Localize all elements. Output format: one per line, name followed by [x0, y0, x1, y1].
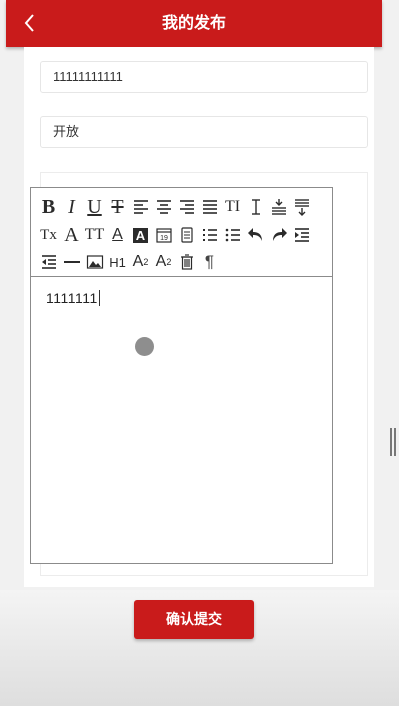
text-caret	[98, 290, 100, 306]
heading-1-button[interactable]: H1	[106, 250, 129, 274]
scroll-handle-bar-right	[394, 428, 396, 456]
outdent-icon[interactable]	[37, 250, 60, 274]
toolbar-row-3: H1 A2 A2 ¶	[37, 249, 221, 275]
page-title: 我的发布	[161, 15, 226, 32]
editor-toolbar: B I U T TI Tx A TT A A 19 H1 A 2 A 2 ¶	[31, 188, 332, 277]
font-color-button[interactable]: A	[106, 223, 129, 247]
undo-icon[interactable]	[244, 223, 267, 247]
trash-icon[interactable]	[175, 250, 198, 274]
redo-icon[interactable]	[267, 223, 290, 247]
app-header: 我的发布	[6, 0, 382, 47]
ordered-list-icon[interactable]	[198, 223, 221, 247]
toolbar-row-2: Tx A TT A A 19	[37, 222, 313, 248]
bold-button[interactable]: B	[37, 195, 60, 219]
unordered-list-icon[interactable]	[221, 223, 244, 247]
insert-date-icon[interactable]: 19	[152, 223, 175, 247]
superscript-letter: A	[155, 253, 167, 270]
scroll-handle-bar-left	[390, 428, 392, 456]
scroll-handle[interactable]	[390, 428, 396, 456]
status-select[interactable]: 开放	[40, 116, 368, 148]
paragraph-mark-button[interactable]: ¶	[198, 250, 221, 274]
italic-button[interactable]: I	[60, 195, 83, 219]
align-justify-icon[interactable]	[198, 195, 221, 219]
subscript-digit: 2	[143, 257, 149, 267]
align-left-icon[interactable]	[129, 195, 152, 219]
strikethrough-button[interactable]: T	[106, 195, 129, 219]
horizontal-rule-icon[interactable]	[60, 250, 83, 274]
insert-image-icon[interactable]	[83, 250, 106, 274]
font-size-button[interactable]: TI	[221, 195, 244, 219]
row-spacing-bottom-icon[interactable]	[290, 195, 313, 219]
row-spacing-top-icon[interactable]	[267, 195, 290, 219]
indent-icon[interactable]	[290, 223, 313, 247]
rich-text-editor[interactable]: B I U T TI Tx A TT A A 19 H1 A 2 A 2 ¶ 1…	[30, 187, 333, 564]
editor-content[interactable]: 1111111	[46, 290, 100, 306]
superscript-digit: 2	[166, 257, 172, 267]
font-family-button[interactable]: A	[60, 223, 83, 247]
toolbar-row-1: B I U T TI	[37, 194, 313, 220]
background-color-button[interactable]: A	[129, 223, 152, 247]
paragraph-style-button[interactable]: TT	[83, 223, 106, 247]
underline-button[interactable]: U	[83, 195, 106, 219]
align-right-icon[interactable]	[175, 195, 198, 219]
svg-text:19: 19	[160, 235, 168, 242]
align-center-icon[interactable]	[152, 195, 175, 219]
remove-format-button[interactable]: Tx	[37, 223, 60, 247]
superscript-button[interactable]: A2	[152, 250, 175, 274]
editor-text: 1111111	[46, 290, 98, 306]
title-input[interactable]: 11111111111	[40, 61, 368, 93]
subscript-letter: A	[132, 253, 144, 270]
insert-time-icon[interactable]	[175, 223, 198, 247]
line-height-icon[interactable]	[244, 195, 267, 219]
subscript-button[interactable]: A2	[129, 250, 152, 274]
touch-indicator	[135, 337, 154, 356]
submit-button[interactable]: 确认提交	[134, 600, 254, 639]
